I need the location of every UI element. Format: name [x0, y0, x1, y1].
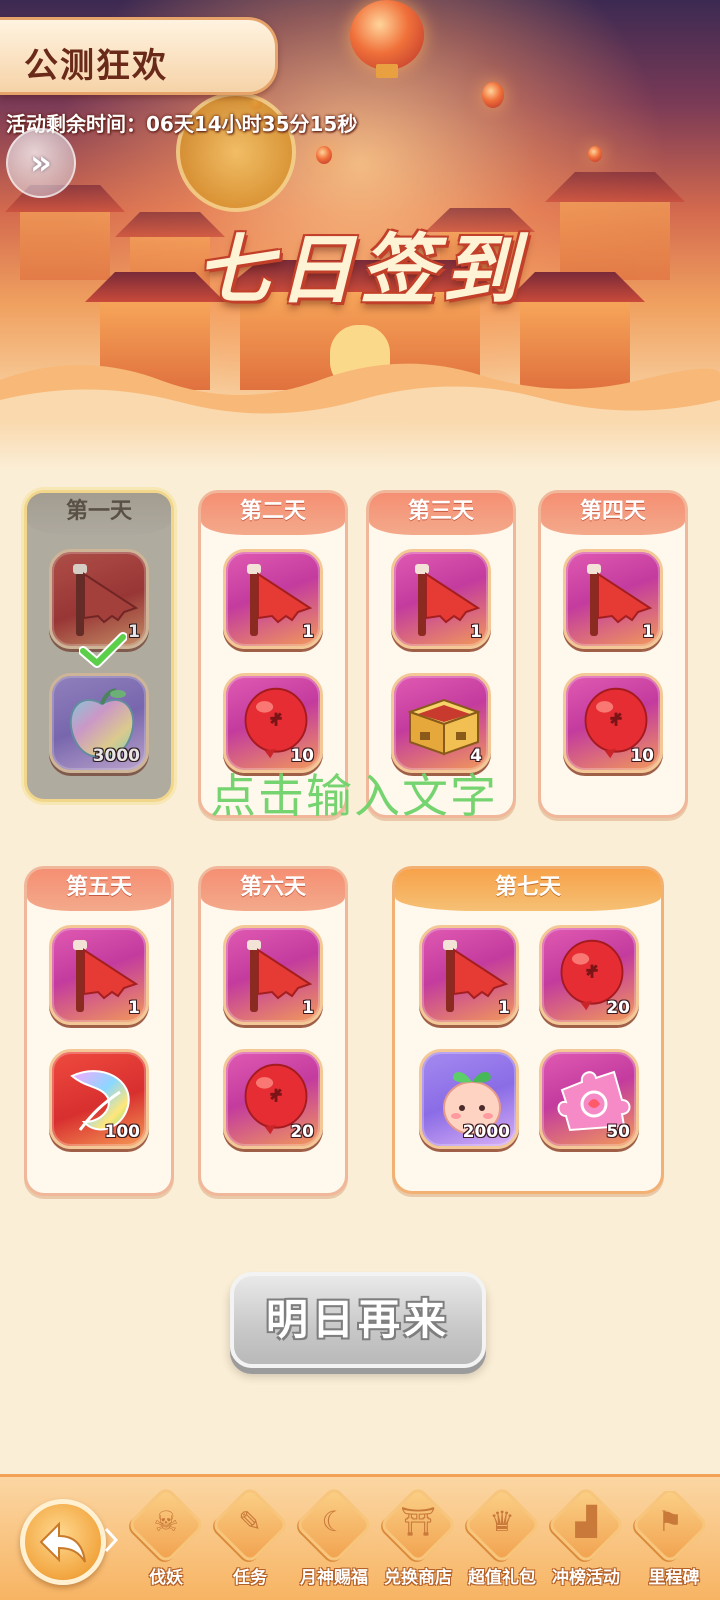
reward-quantity: 1 [498, 998, 510, 1018]
day-label: 第五天 [27, 869, 171, 911]
lantern-decoration [350, 0, 424, 78]
reward-quantity: 20 [606, 998, 630, 1018]
come-back-tomorrow-button[interactable]: 明日再来 [230, 1272, 486, 1368]
nav-item-value-pack[interactable]: ♛ 超值礼包 [460, 1485, 544, 1591]
reward-quantity: 100 [104, 1122, 141, 1142]
event-title: 公测狂欢 [24, 46, 168, 86]
day-card-7[interactable]: 第七天 1 20 2000 50 [392, 866, 664, 1194]
podium-icon: ▟ [575, 1505, 597, 1538]
collapse-button[interactable]: » [6, 128, 76, 198]
reward-item[interactable]: 1 [563, 549, 663, 649]
day-label: 第四天 [541, 493, 685, 535]
day-card-6[interactable]: 第六天 1 20 [198, 866, 348, 1196]
back-button[interactable] [20, 1499, 106, 1585]
reward-item[interactable]: 1 [223, 549, 323, 649]
gift-bag-icon: ♛ [489, 1505, 515, 1538]
nav-item-label: 超值礼包 [468, 1568, 536, 1588]
back-arrow-icon [39, 1521, 86, 1563]
nav-item-label: 冲榜活动 [552, 1568, 620, 1588]
lantern-decoration [316, 146, 332, 164]
reward-item[interactable]: 1 [223, 925, 323, 1025]
reward-quantity: 50 [606, 1122, 630, 1142]
reward-quantity: 1 [128, 998, 140, 1018]
reward-item[interactable]: 1 [391, 549, 491, 649]
nav-item-tasks[interactable]: ✎ 任务 [208, 1485, 292, 1591]
reward-quantity: 1 [470, 622, 482, 642]
reward-item[interactable]: 1 [49, 925, 149, 1025]
reward-item[interactable]: 2000 [419, 1049, 519, 1149]
lantern-decoration [588, 146, 602, 162]
reward-item[interactable]: 4 [391, 673, 491, 773]
milestone-icon: ⚑ [657, 1505, 683, 1538]
chevron-right-icon [104, 1527, 118, 1553]
event-banner: 公测狂欢 活动剩余时间：06天14小时35分15秒 » 七日签到 [0, 0, 720, 470]
reward-quantity: 1 [128, 622, 140, 642]
day-card-1[interactable]: 第一天 1 3000 [24, 490, 174, 802]
nav-item-demon-hunt[interactable]: ☠ 伐妖 [124, 1485, 208, 1591]
shop-icon: ⛩ [400, 1505, 436, 1538]
nav-item-label: 月神赐福 [300, 1568, 368, 1588]
double-chevron-right-icon: » [30, 143, 52, 183]
nav-item-label: 任务 [233, 1568, 267, 1588]
reward-item[interactable]: 100 [49, 1049, 149, 1149]
reward-item[interactable]: 1 [419, 925, 519, 1025]
reward-item[interactable]: 50 [539, 1049, 639, 1149]
reward-quantity: 1 [302, 622, 314, 642]
day-card-4[interactable]: 第四天 1 10 [538, 490, 688, 818]
check-icon [79, 632, 127, 668]
reward-quantity: 3000 [92, 746, 140, 766]
reward-item[interactable]: 20 [223, 1049, 323, 1149]
reward-quantity: 1 [302, 998, 314, 1018]
nav-item-label: 伐妖 [149, 1568, 183, 1588]
event-title-tab: 公测狂欢 [0, 17, 278, 95]
day-label: 第三天 [369, 493, 513, 535]
day-card-5[interactable]: 第五天 1 100 [24, 866, 174, 1196]
nav-item-exchange-shop[interactable]: ⛩ 兑换商店 [376, 1485, 460, 1591]
nav-item-ranking-event[interactable]: ▟ 冲榜活动 [544, 1485, 628, 1591]
reward-quantity: 20 [290, 1122, 314, 1142]
reward-quantity: 10 [630, 746, 654, 766]
demon-icon: ☠ [153, 1505, 179, 1538]
lantern-decoration [482, 82, 504, 108]
day-label: 第二天 [201, 493, 345, 535]
day-label: 第一天 [27, 493, 171, 535]
nav-item-moon-blessing[interactable]: ☾ 月神赐福 [292, 1485, 376, 1591]
reward-item[interactable]: 20 [539, 925, 639, 1025]
moon-icon: ☾ [321, 1505, 347, 1538]
nav-item-label: 里程碑 [648, 1568, 700, 1588]
scroll-icon: ✎ [238, 1505, 262, 1538]
reward-item[interactable]: 10 [563, 673, 663, 773]
bottom-nav: ☠ 伐妖 ✎ 任务 ☾ 月神赐福 ⛩ 兑换商店 ♛ 超值礼包 ▟ 冲榜活动 ⚑ … [0, 1474, 720, 1600]
nav-item-label: 兑换商店 [384, 1568, 452, 1588]
text-input-placeholder[interactable]: 点击输入文字 [210, 760, 498, 826]
sign-in-title: 七日签到 [196, 225, 524, 314]
day-label: 第七天 [395, 869, 661, 911]
reward-quantity: 1 [642, 622, 654, 642]
nav-item-milestone[interactable]: ⚑ 里程碑 [628, 1491, 720, 1591]
reward-quantity: 2000 [462, 1122, 510, 1142]
reward-item[interactable]: 10 [223, 673, 323, 773]
reward-item[interactable]: 3000 [49, 673, 149, 773]
day-label: 第六天 [201, 869, 345, 911]
